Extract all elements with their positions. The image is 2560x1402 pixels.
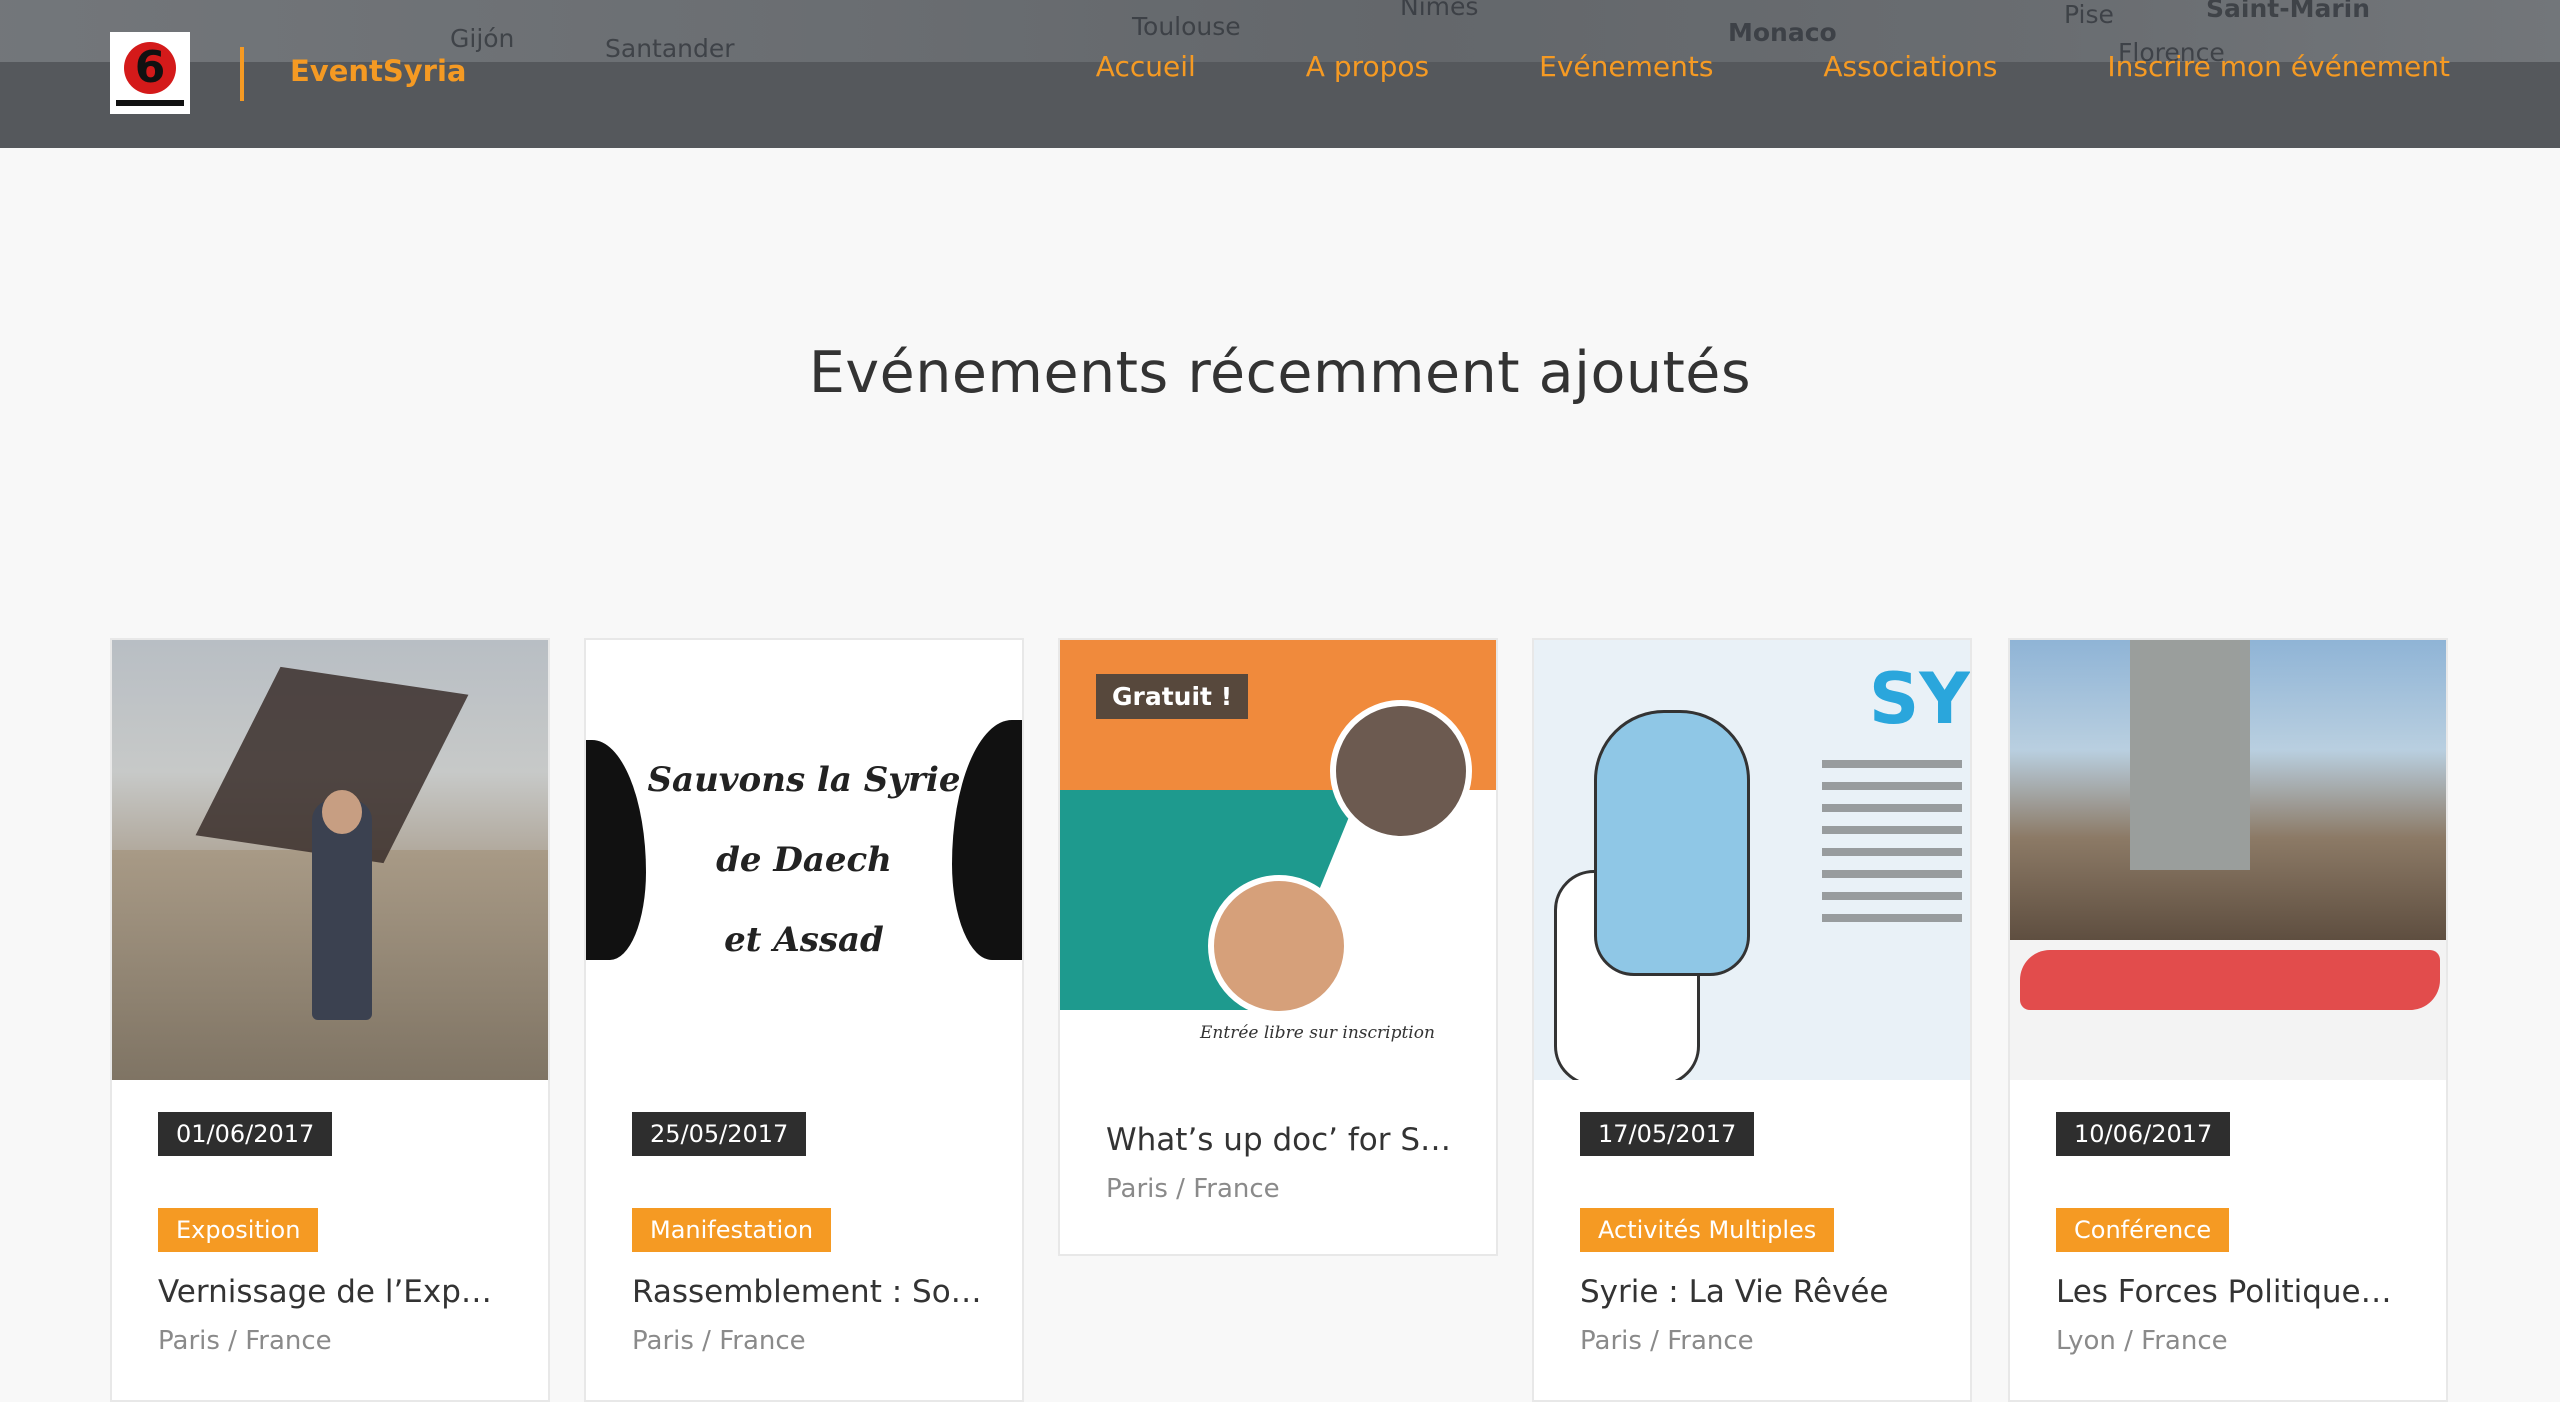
silhouette-left <box>586 740 646 960</box>
event-card-body: 10/06/2017 Conférence Les Forces Politiq… <box>2010 1080 2446 1356</box>
event-card[interactable]: 01/06/2017 Exposition Vernissage de l’Ex… <box>110 638 550 1402</box>
map-label: Saint-Marin <box>2206 0 2371 23</box>
map-label: Santander <box>605 34 735 63</box>
event-title[interactable]: Syrie : La Vie Rêvée <box>1580 1274 1930 1310</box>
event-image[interactable]: Entrée libre sur inscription Gratuit ! <box>1060 640 1496 1080</box>
event-category-tag[interactable]: Conférence <box>2056 1208 2230 1252</box>
map-label: Nîmes <box>1400 0 1479 21</box>
event-date-badge: 25/05/2017 <box>632 1112 807 1156</box>
event-image[interactable]: Sauvons la Syrie de Daech et Assad <box>586 640 1022 1080</box>
nav-associations[interactable]: Associations <box>1823 50 1997 83</box>
event-card-body: What’s up doc’ for Syr… Paris / France <box>1060 1122 1496 1204</box>
nav-a-propos[interactable]: A propos <box>1306 50 1429 83</box>
event-card[interactable]: SY 17/05/2017 Activités Multiples Syrie … <box>1532 638 1972 1402</box>
event-date-badge: 01/06/2017 <box>158 1112 333 1156</box>
map-label: Toulouse <box>1132 12 1241 41</box>
nav-accueil[interactable]: Accueil <box>1096 50 1196 83</box>
event-card[interactable]: Entrée libre sur inscription Gratuit ! W… <box>1058 638 1498 1256</box>
event-card-body: 01/06/2017 Exposition Vernissage de l’Ex… <box>112 1080 548 1356</box>
event-card[interactable]: Sauvons la Syrie de Daech et Assad 25/05… <box>584 638 1024 1402</box>
banner-writing <box>2020 950 2440 1010</box>
clock-tower <box>2130 640 2250 870</box>
main-nav: Accueil A propos Evénements Associations… <box>1096 50 2450 83</box>
event-category-tag[interactable]: Activités Multiples <box>1580 1208 1835 1252</box>
illustration-baby <box>1594 710 1750 976</box>
event-card-body: 25/05/2017 Manifestation Rassemblement :… <box>586 1080 1022 1356</box>
poster-text: Sauvons la Syrie de Daech et Assad <box>646 740 962 980</box>
poster-line: Sauvons la Syrie <box>647 760 961 800</box>
event-title[interactable]: Les Forces Politiques … <box>2056 1274 2406 1310</box>
event-date-badge: 17/05/2017 <box>1580 1112 1755 1156</box>
event-category-tag[interactable]: Manifestation <box>632 1208 832 1252</box>
event-title[interactable]: Vernissage de l’Exposi… <box>158 1274 508 1310</box>
map-label: Pise <box>2064 0 2114 29</box>
event-title[interactable]: What’s up doc’ for Syr… <box>1106 1122 1456 1158</box>
event-location: Paris / France <box>1106 1174 1280 1204</box>
free-badge: Gratuit ! <box>1096 674 1249 719</box>
site-logo[interactable]: 6 <box>110 32 190 114</box>
logo-divider <box>240 47 244 101</box>
event-title[interactable]: Rassemblement : Soli… <box>632 1274 982 1310</box>
poster-line: de Daech <box>716 840 892 880</box>
map-label: Gijón <box>450 24 515 53</box>
poster-program-lines <box>1822 760 1962 936</box>
event-image[interactable] <box>2010 640 2446 1080</box>
child-head <box>322 790 362 834</box>
section-title: Evénements récemment ajoutés <box>808 340 1752 407</box>
event-card[interactable]: 10/06/2017 Conférence Les Forces Politiq… <box>2008 638 2448 1402</box>
event-category-tag[interactable]: Exposition <box>158 1208 319 1252</box>
event-location: Paris / France <box>632 1326 806 1356</box>
event-card-body: 17/05/2017 Activités Multiples Syrie : L… <box>1534 1080 1970 1356</box>
logo-caption-bar <box>116 100 184 106</box>
flyer-note: Entrée libre sur inscription <box>1200 1023 1435 1043</box>
event-date-badge: 10/06/2017 <box>2056 1112 2231 1156</box>
poster-heading: SY <box>1868 658 1970 740</box>
event-cards: 01/06/2017 Exposition Vernissage de l’Ex… <box>110 638 2450 1402</box>
event-image[interactable]: SY <box>1534 640 1970 1080</box>
speaker-avatar <box>1330 700 1472 842</box>
event-location: Paris / France <box>1580 1326 1754 1356</box>
event-image[interactable] <box>112 640 548 1080</box>
poster-line: et Assad <box>724 920 884 960</box>
event-location: Lyon / France <box>2056 1326 2228 1356</box>
brand-name[interactable]: EventSyria <box>290 54 467 88</box>
map-label: Monaco <box>1728 18 1837 47</box>
revolution-logo-icon: 6 <box>124 42 176 94</box>
site-header: Gijón Santander Toulouse Nîmes Monaco Pi… <box>0 0 2560 148</box>
speaker-avatar <box>1208 875 1350 1017</box>
event-location: Paris / France <box>158 1326 332 1356</box>
nav-inscrire-evenement[interactable]: Inscrire mon événement <box>2107 50 2450 83</box>
nav-evenements[interactable]: Evénements <box>1539 50 1713 83</box>
silhouette-right <box>952 720 1022 960</box>
